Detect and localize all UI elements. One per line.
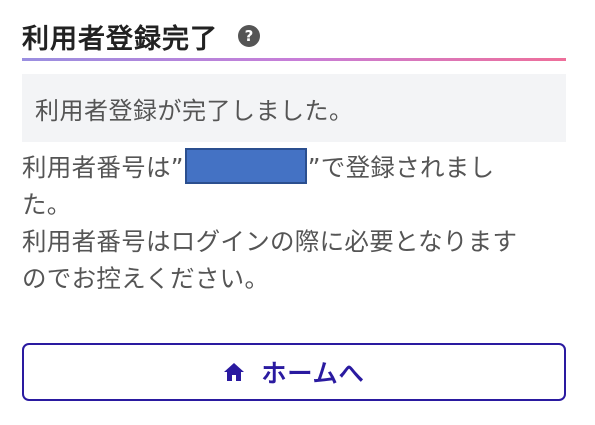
home-button[interactable]: ホームへ (22, 343, 566, 401)
details-line-3-end: す (492, 227, 518, 256)
title-underline (22, 58, 566, 61)
registration-complete-page: 利用者登録完了 ? 利用者登録が完了しました。 利用者番号は” ”で登録されまし … (0, 0, 595, 425)
title-row: 利用者登録完了 ? (22, 14, 566, 58)
user-number-prefix: 利用者番号は” (22, 153, 184, 182)
completion-notice: 利用者登録が完了しました。 (22, 74, 566, 142)
page-title: 利用者登録完了 (22, 23, 218, 55)
details-line-3: 利用者番号はログインの際に必要となりま (22, 227, 493, 256)
registration-details: 利用者番号は” ”で登録されまし た。 利用者番号はログインの際に必要となります … (22, 148, 567, 297)
question-circle-icon[interactable]: ? (238, 25, 260, 47)
user-number-suffix: ”で登録されまし (307, 153, 495, 182)
redacted-user-number (184, 148, 307, 184)
home-button-label: ホームへ (261, 359, 365, 388)
help-glyph: ? (244, 26, 254, 45)
completion-message: 利用者登録が完了しました。 (35, 96, 354, 125)
details-line-4: のでお控えください。 (22, 264, 270, 293)
details-line-2: た。 (22, 190, 72, 219)
home-icon (223, 361, 245, 383)
